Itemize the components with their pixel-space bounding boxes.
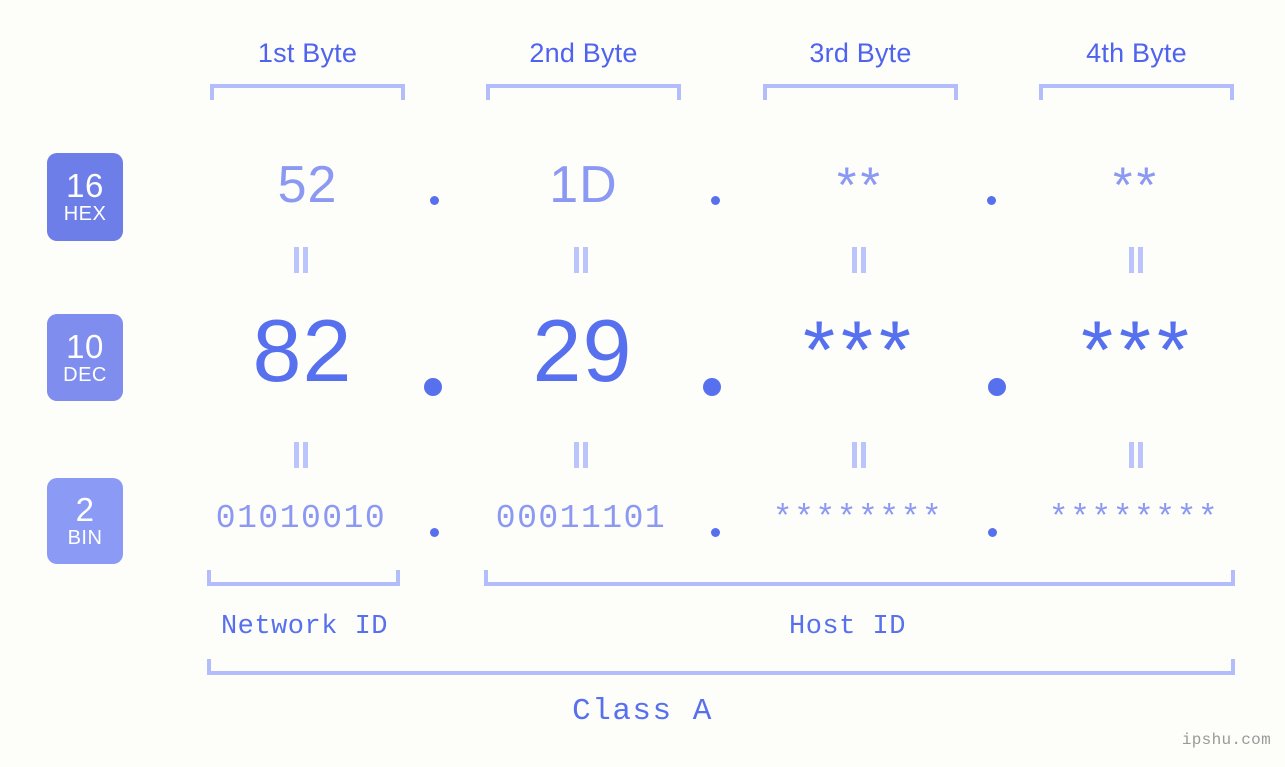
hex-byte-4-value: ** xyxy=(1113,157,1160,213)
class-bracket xyxy=(207,659,1235,675)
byte-header-1: 1st Byte xyxy=(257,38,358,68)
byte-header-3: 3rd Byte xyxy=(809,38,912,68)
equals-connector-dec-bin-2 xyxy=(571,442,591,468)
dec-separator-2 xyxy=(703,378,721,396)
base-badge-dec-number: 10 xyxy=(66,327,104,365)
equals-connector-hex-dec-1 xyxy=(291,247,311,273)
hex-separator-1 xyxy=(430,196,439,205)
bin-separator-1 xyxy=(430,528,439,537)
hex-byte-1-value: 52 xyxy=(277,156,338,214)
hex-byte-3-value: ** xyxy=(837,157,884,213)
equals-connector-hex-dec-4 xyxy=(1126,247,1146,273)
dec-separator-1 xyxy=(424,378,442,396)
hex-separator-2 xyxy=(711,196,720,205)
dec-byte-3-value: *** xyxy=(803,305,917,396)
network-id-label: Network ID xyxy=(220,612,389,642)
equals-connector-hex-dec-3 xyxy=(849,247,869,273)
base-badge-bin-abbr: BIN xyxy=(67,527,103,549)
bin-byte-1-value: 01010010 xyxy=(215,500,387,537)
bin-byte-3-value: ******** xyxy=(772,500,944,537)
base-badge-bin: 2 BIN xyxy=(47,478,123,564)
bin-byte-4-value: ******** xyxy=(1048,500,1220,537)
base-badge-dec: 10 DEC xyxy=(47,314,123,401)
dec-byte-4-value: *** xyxy=(1081,305,1195,396)
hex-separator-3 xyxy=(987,196,996,205)
site-watermark: ipshu.com xyxy=(1181,731,1271,749)
base-badge-hex-abbr: HEX xyxy=(63,203,107,225)
byte-bracket-top-1 xyxy=(210,84,405,100)
byte-header-2: 2nd Byte xyxy=(529,38,638,68)
equals-connector-dec-bin-3 xyxy=(849,442,869,468)
byte-bracket-top-3 xyxy=(763,84,958,100)
byte-bracket-top-4 xyxy=(1039,84,1234,100)
class-label: Class A xyxy=(572,694,713,729)
byte-header-4: 4th Byte xyxy=(1086,38,1187,68)
bin-byte-2-value: 00011101 xyxy=(495,500,667,537)
hex-byte-2-value: 1D xyxy=(549,156,618,214)
dec-byte-1-value: 82 xyxy=(252,301,353,400)
bin-separator-3 xyxy=(988,528,997,537)
bin-separator-2 xyxy=(711,528,720,537)
host-id-bracket xyxy=(484,570,1235,586)
ip-byte-breakdown-diagram: 1st Byte 2nd Byte 3rd Byte 4th Byte 16 H… xyxy=(0,0,1285,767)
dec-separator-3 xyxy=(988,378,1006,396)
base-badge-hex: 16 HEX xyxy=(47,153,123,241)
equals-connector-hex-dec-2 xyxy=(571,247,591,273)
equals-connector-dec-bin-4 xyxy=(1126,442,1146,468)
equals-connector-dec-bin-1 xyxy=(291,442,311,468)
base-badge-hex-number: 16 xyxy=(66,167,104,204)
network-id-bracket xyxy=(207,570,400,586)
byte-bracket-top-2 xyxy=(486,84,681,100)
base-badge-dec-abbr: DEC xyxy=(63,363,107,386)
base-badge-bin-number: 2 xyxy=(75,491,95,528)
dec-byte-2-value: 29 xyxy=(532,301,633,400)
host-id-label: Host ID xyxy=(789,612,906,642)
